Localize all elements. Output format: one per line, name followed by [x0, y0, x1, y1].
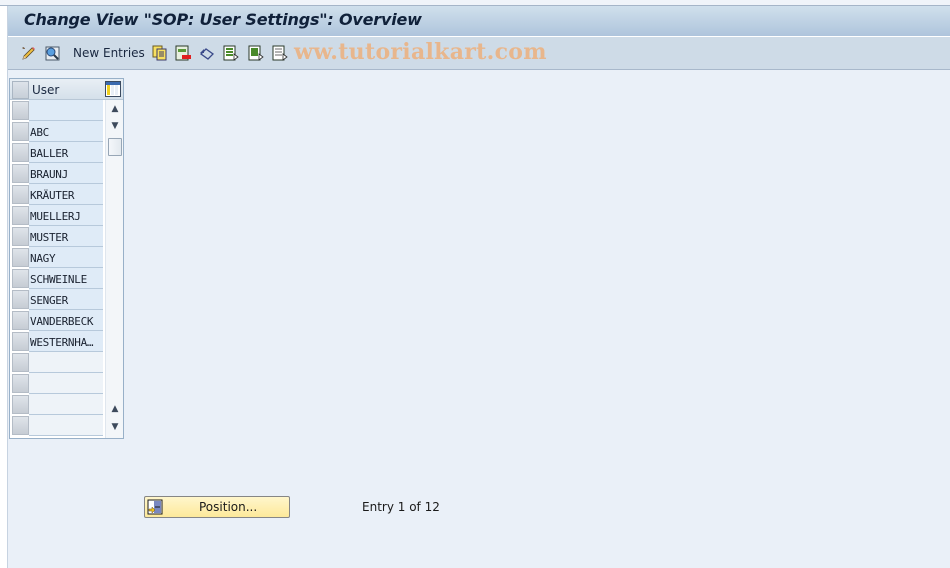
scrollbar-thumb[interactable] — [108, 138, 122, 156]
user-cell[interactable] — [29, 100, 103, 121]
vertical-scrollbar[interactable]: ▲ ▼ ▲ ▼ — [105, 100, 123, 438]
row-selector[interactable] — [12, 227, 29, 246]
row-selector[interactable] — [12, 248, 29, 267]
display-change-icon[interactable] — [20, 45, 36, 61]
table-row[interactable]: NAGY — [10, 247, 103, 268]
row-selector[interactable] — [12, 416, 29, 435]
row-selector[interactable] — [12, 374, 29, 393]
details-icon[interactable] — [44, 45, 60, 61]
position-icon — [147, 499, 163, 515]
page-title: Change View "SOP: User Settings": Overvi… — [24, 10, 422, 29]
page-down-button[interactable]: ▼ — [108, 420, 122, 434]
row-selector[interactable] — [12, 332, 29, 351]
new-entries-button[interactable]: New Entries — [73, 46, 145, 60]
application-toolbar: New Entries ww.tutorialkart.com — [8, 37, 950, 70]
row-selector[interactable] — [12, 164, 29, 183]
user-cell[interactable]: NAGY — [29, 247, 103, 268]
row-selector[interactable] — [12, 122, 29, 141]
window-left-border — [0, 6, 8, 568]
row-selector[interactable] — [12, 101, 29, 120]
page-up-button[interactable]: ▲ — [108, 402, 122, 416]
table-row[interactable] — [10, 100, 103, 121]
table-row[interactable]: SCHWEINLE — [10, 268, 103, 289]
row-selector[interactable] — [12, 269, 29, 288]
user-cell[interactable]: KRÄUTER — [29, 184, 103, 205]
user-cell[interactable] — [29, 352, 103, 373]
user-cell[interactable] — [29, 394, 103, 415]
position-button-label: Position... — [199, 500, 258, 514]
row-selector[interactable] — [12, 290, 29, 309]
table-row[interactable]: MUSTER — [10, 226, 103, 247]
table-row[interactable]: BALLER — [10, 142, 103, 163]
user-cell[interactable]: ABC — [29, 121, 103, 142]
undo-change-icon[interactable] — [199, 45, 215, 61]
row-selector[interactable] — [12, 311, 29, 330]
entry-counter: Entry 1 of 12 — [362, 500, 440, 514]
delete-icon[interactable] — [175, 45, 191, 61]
row-selector[interactable] — [12, 143, 29, 162]
user-cell[interactable]: VANDERBECK — [29, 310, 103, 331]
table-row[interactable] — [10, 352, 103, 373]
table-row[interactable]: BRAUNJ — [10, 163, 103, 184]
table-row[interactable]: ABC — [10, 121, 103, 142]
row-selector[interactable] — [12, 353, 29, 372]
row-selector[interactable] — [12, 395, 29, 414]
table-row[interactable] — [10, 373, 103, 394]
table-row[interactable]: MUELLERJ — [10, 205, 103, 226]
user-cell[interactable]: SENGER — [29, 289, 103, 310]
user-cell[interactable]: SCHWEINLE — [29, 268, 103, 289]
table-settings-icon[interactable] — [105, 81, 121, 97]
scroll-down-button[interactable]: ▼ — [108, 119, 122, 133]
table-row[interactable]: WESTERNHA… — [10, 331, 103, 352]
user-cell[interactable]: MUSTER — [29, 226, 103, 247]
table-row[interactable] — [10, 394, 103, 415]
user-cell[interactable]: BRAUNJ — [29, 163, 103, 184]
row-selector[interactable] — [12, 185, 29, 204]
row-selector[interactable] — [12, 206, 29, 225]
user-cell[interactable] — [29, 415, 103, 436]
select-all-rows-button[interactable] — [12, 81, 29, 99]
user-table: User ABC BALLER BRAUNJ KRÄUTER MUELLERJ … — [9, 78, 124, 439]
position-button[interactable]: Position... — [144, 496, 290, 518]
user-cell[interactable] — [29, 373, 103, 394]
watermark: ww.tutorialkart.com — [294, 39, 547, 65]
select-all-icon[interactable] — [223, 45, 239, 61]
copy-as-icon[interactable] — [152, 45, 168, 61]
column-header-user[interactable]: User — [32, 83, 59, 97]
table-row[interactable]: KRÄUTER — [10, 184, 103, 205]
table-row[interactable]: SENGER — [10, 289, 103, 310]
select-block-icon[interactable] — [248, 45, 264, 61]
user-cell[interactable]: WESTERNHA… — [29, 331, 103, 352]
user-cell[interactable]: MUELLERJ — [29, 205, 103, 226]
scroll-up-button[interactable]: ▲ — [108, 102, 122, 116]
table-header: User — [10, 79, 123, 100]
table-row[interactable] — [10, 415, 103, 436]
title-bar: Change View "SOP: User Settings": Overvi… — [8, 6, 950, 37]
user-cell[interactable]: BALLER — [29, 142, 103, 163]
deselect-all-icon[interactable] — [272, 45, 288, 61]
table-row[interactable]: VANDERBECK — [10, 310, 103, 331]
